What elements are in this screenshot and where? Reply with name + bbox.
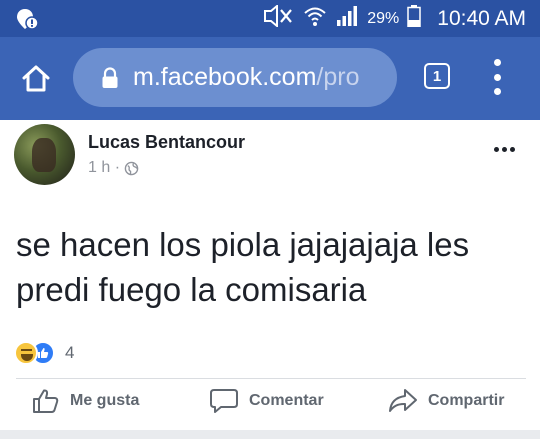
mute-icon	[263, 3, 295, 32]
tabs-button[interactable]: 1	[424, 63, 450, 89]
post-text: se hacen los piola jajajajaja les predi …	[16, 226, 470, 308]
reaction-count: 4	[65, 343, 75, 362]
post-time[interactable]: 1 h ·	[88, 159, 120, 177]
comment-label: Comentar	[249, 392, 324, 409]
status-bar: 29% 10:40 AM	[0, 0, 540, 37]
reactions-summary[interactable]: 4	[14, 341, 74, 365]
post-meta: 1 h ·	[88, 159, 139, 177]
url-bar[interactable]: m.facebook.com/pro	[73, 48, 397, 107]
share-icon	[389, 389, 417, 412]
more-options-icon[interactable]	[494, 147, 515, 152]
overflow-menu-icon[interactable]	[490, 59, 504, 95]
share-button[interactable]: Compartir	[388, 388, 504, 414]
post-card: Lucas Bentancour 1 h · se hacen los piol…	[0, 120, 540, 439]
location-alert-icon	[16, 8, 40, 35]
haha-reaction-icon	[14, 341, 38, 365]
clock: 10:40 AM	[437, 6, 526, 30]
feed-separator	[0, 430, 540, 439]
post-actions: Me gusta Comentar Compartir	[0, 388, 540, 424]
browser-toolbar: m.facebook.com/pro 1	[0, 37, 540, 120]
url-path: /pro	[316, 63, 360, 91]
url-text: m.facebook.com/pro	[133, 63, 360, 92]
comment-button[interactable]: Comentar	[209, 388, 324, 414]
lock-icon	[102, 66, 118, 88]
thumbs-up-icon	[33, 389, 59, 413]
tab-count: 1	[432, 67, 442, 85]
avatar[interactable]	[14, 124, 75, 185]
like-label: Me gusta	[70, 392, 140, 409]
share-label: Compartir	[428, 392, 505, 409]
globe-icon	[124, 161, 139, 175]
battery-icon	[407, 5, 422, 32]
post-author[interactable]: Lucas Bentancour	[88, 132, 245, 153]
url-host: m.facebook.com	[133, 63, 317, 91]
divider	[16, 378, 526, 379]
home-icon[interactable]	[20, 63, 52, 95]
wifi-icon	[303, 5, 327, 32]
comment-icon	[210, 389, 238, 413]
signal-icon	[335, 5, 359, 32]
battery-percent: 29%	[367, 9, 400, 27]
like-button[interactable]: Me gusta	[32, 388, 139, 414]
